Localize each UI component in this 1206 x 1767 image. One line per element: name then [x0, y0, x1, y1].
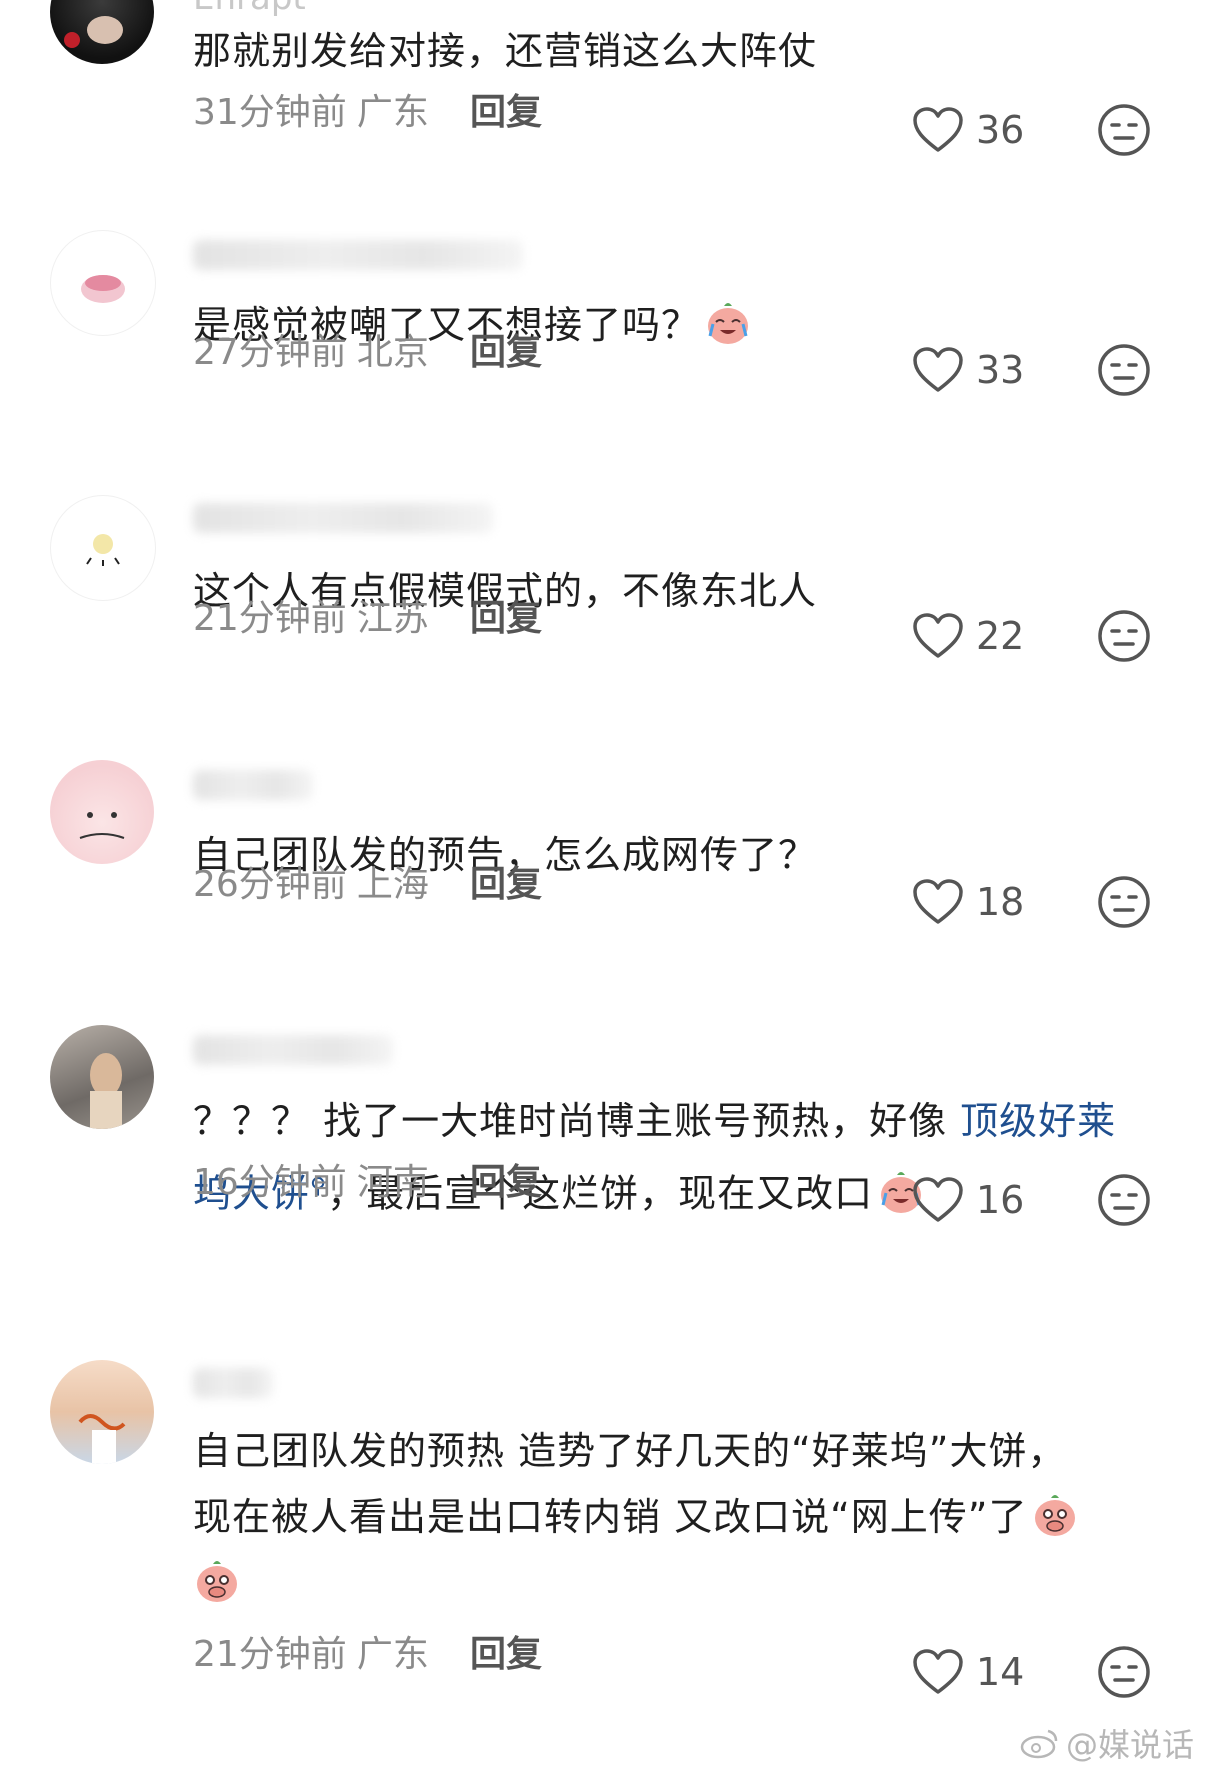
comment-location: 河南	[356, 1162, 429, 1203]
comment-meta: 26分钟前 上海	[193, 860, 429, 910]
avatar-image	[86, 534, 120, 566]
watermark-text: @媒说话	[1066, 1726, 1195, 1764]
search-link[interactable]: 顶级好莱	[960, 1099, 1116, 1143]
heart-icon	[913, 613, 963, 658]
heart-icon	[913, 1177, 963, 1222]
dislike-icon[interactable]	[1097, 1645, 1151, 1699]
username[interactable]	[193, 1035, 393, 1065]
username[interactable]	[193, 770, 313, 800]
comment-location: 广东	[356, 1634, 429, 1675]
dislike-icon[interactable]	[1097, 103, 1151, 157]
comment-text-line: ？？？ 找了一大堆时尚博主账号预热，好像 顶级好莱	[193, 1099, 1117, 1143]
comment-text-line: 现在被人看出是出口转内销 又改口说“网上传”了	[193, 1484, 1153, 1550]
heart-icon	[913, 1649, 963, 1694]
comment-meta: 16分钟前 河南	[193, 1158, 429, 1208]
like-count: 18	[976, 880, 1025, 924]
comment-location: 广东	[356, 92, 429, 133]
comment-time: 16分钟前	[193, 1162, 347, 1203]
username[interactable]	[193, 503, 493, 533]
dislike-icon[interactable]	[1097, 609, 1151, 663]
avatar-image	[90, 1053, 122, 1129]
avatar[interactable]	[50, 760, 154, 864]
like-count: 33	[976, 348, 1025, 392]
crying-laugh-emoji	[708, 303, 749, 344]
like-button[interactable]: 18	[912, 872, 1024, 932]
watermark: @媒说话	[1020, 1720, 1194, 1766]
dislike-icon[interactable]	[1097, 343, 1151, 397]
comment-text-line: 自己团队发的预热 造势了好几天的“好莱坞”大饼，	[193, 1429, 1067, 1473]
username[interactable]	[193, 240, 523, 270]
like-count: 14	[976, 1650, 1025, 1694]
covering-mouth-emoji	[1035, 1495, 1076, 1536]
reply-button[interactable]: 回复	[470, 88, 542, 138]
avatar-image	[81, 275, 125, 303]
reply-button[interactable]: 回复	[470, 1630, 542, 1680]
avatar-image	[64, 16, 123, 48]
covering-mouth-emoji	[197, 1561, 237, 1602]
comment-text-line	[193, 1550, 1153, 1616]
dislike-icon[interactable]	[1097, 875, 1151, 929]
comment-text: 自己团队发的预热 造势了好几天的“好莱坞”大饼， 现在被人看出是出口转内销 又改…	[193, 1418, 1153, 1616]
username[interactable]: Enrapt	[193, 0, 306, 18]
username[interactable]	[193, 1368, 273, 1398]
comment-time: 21分钟前	[193, 1634, 347, 1675]
like-button[interactable]: 16	[912, 1170, 1024, 1230]
heart-icon	[913, 107, 963, 152]
weibo-icon	[1020, 1729, 1058, 1759]
reply-button[interactable]: 回复	[470, 594, 542, 644]
comment-time: 31分钟前	[193, 92, 347, 133]
like-button[interactable]: 33	[912, 340, 1024, 400]
like-count: 16	[976, 1178, 1025, 1222]
avatar[interactable]	[50, 495, 156, 601]
avatar-image	[78, 1414, 126, 1464]
like-count: 36	[976, 108, 1025, 152]
comment-time: 26分钟前	[193, 864, 347, 905]
avatar[interactable]	[50, 0, 154, 64]
comment-meta: 21分钟前 江苏	[193, 594, 429, 644]
reply-button[interactable]: 回复	[470, 328, 542, 378]
comment-meta: 27分钟前 北京	[193, 328, 429, 378]
comment-time: 21分钟前	[193, 598, 347, 639]
avatar[interactable]	[50, 1360, 154, 1464]
comment-time: 27分钟前	[193, 332, 347, 373]
comment-location: 江苏	[356, 598, 429, 639]
dislike-icon[interactable]	[1097, 1173, 1151, 1227]
like-count: 22	[976, 614, 1025, 658]
reply-button[interactable]: 回复	[470, 860, 542, 910]
comment-text: 那就别发给对接，还营销这么大阵仗	[193, 29, 818, 73]
reply-button[interactable]: 回复	[470, 1158, 542, 1208]
avatar[interactable]	[50, 1025, 154, 1129]
avatar[interactable]	[50, 230, 156, 336]
like-button[interactable]: 36	[912, 100, 1024, 160]
heart-icon	[913, 879, 963, 924]
avatar-image	[79, 812, 125, 839]
comment-location: 上海	[356, 864, 429, 905]
heart-icon	[913, 347, 963, 392]
like-button[interactable]: 22	[912, 606, 1024, 666]
comment-location: 北京	[356, 332, 429, 373]
comment-meta: 31分钟前 广东	[193, 88, 429, 138]
like-button[interactable]: 14	[912, 1642, 1024, 1702]
comment-meta: 21分钟前 广东	[193, 1630, 429, 1680]
